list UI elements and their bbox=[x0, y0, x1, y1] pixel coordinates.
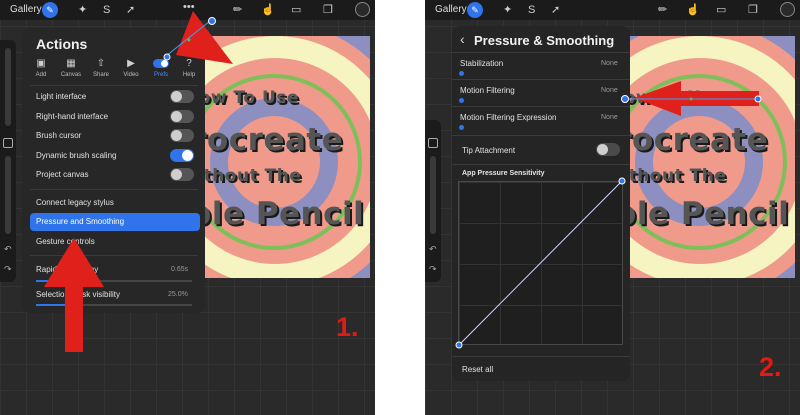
pointer-dot bbox=[689, 97, 693, 101]
red-arrow-pressure bbox=[44, 238, 104, 352]
red-arrow-prefs bbox=[176, 11, 233, 64]
pointer-dot bbox=[621, 95, 629, 103]
screenshot-step-2: Gallery ✎ ✦ S ➚ ✏ ☝ ▭ ❐ ↶ ↷ How To Use P… bbox=[425, 0, 800, 415]
pointer-dot bbox=[208, 17, 216, 25]
annotation-overlay bbox=[621, 81, 762, 116]
screenshot-step-1: Gallery ✎ ✦ S ➚ ••• ✏ ☝ ▭ ❐ ↶ ↷ How To U… bbox=[0, 0, 375, 415]
step-label-2: 2. bbox=[759, 352, 782, 382]
pointer-dot bbox=[187, 38, 191, 42]
pointer-dot bbox=[163, 53, 171, 61]
pointer-dot bbox=[754, 95, 762, 103]
annotation-overlay bbox=[44, 11, 233, 352]
step-label-1: 1. bbox=[336, 312, 359, 342]
